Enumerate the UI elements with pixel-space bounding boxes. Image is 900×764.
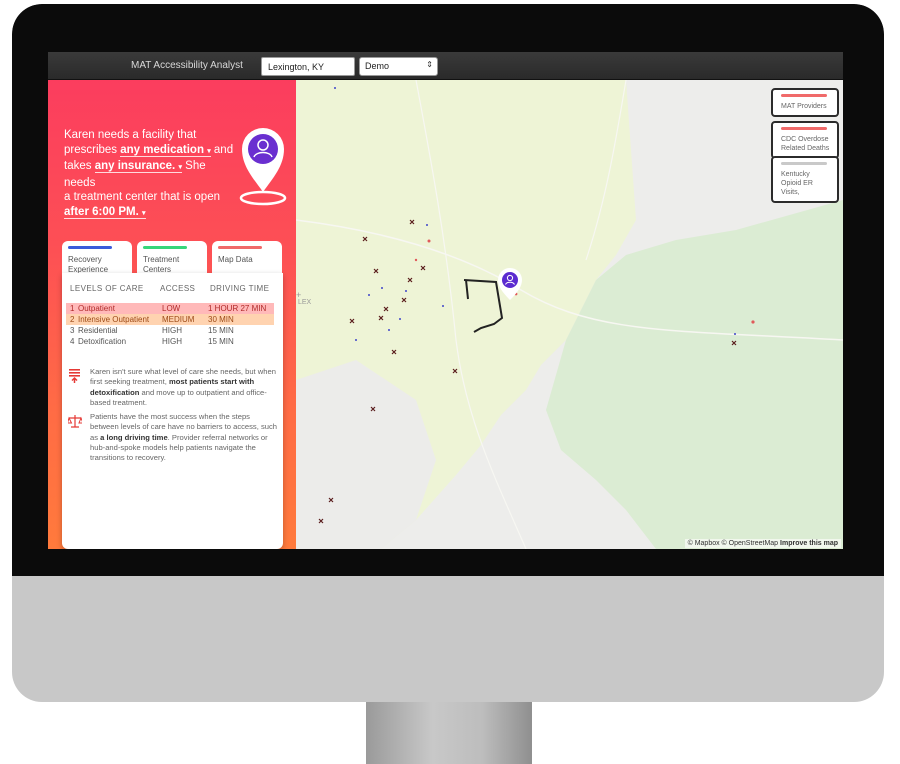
legend-color-bar [781, 162, 827, 165]
table-row[interactable]: 3 Residential HIGH 15 MIN [66, 325, 274, 336]
app-title: MAT Accessibility Analyst [131, 60, 243, 71]
legend-color-bar [781, 127, 827, 130]
attribution-text: © Mapbox © OpenStreetMap [687, 540, 779, 547]
legend-label: Kentucky Opioid ER Visits, [781, 171, 813, 196]
city-input[interactable] [261, 57, 355, 76]
map-view[interactable]: + LEX MAT Providers CDC Overdose Related… [296, 80, 843, 549]
tab-label: Map Data [218, 255, 253, 264]
row-level: Intensive Outpatient [78, 315, 150, 324]
row-number: 2 [70, 315, 75, 324]
table-row[interactable]: 1 Outpatient LOW 1 HOUR 27 MIN [66, 303, 274, 314]
story-line1: Karen needs a facility that [64, 129, 197, 141]
balance-scale-icon [68, 415, 82, 428]
row-time: 1 HOUR 27 MIN [208, 304, 267, 313]
legend-mat-providers[interactable]: MAT Providers [771, 88, 839, 117]
story-takes: takes [64, 160, 92, 172]
time-value: after 6:00 PM. [64, 205, 139, 218]
legend-color-bar [781, 94, 827, 97]
left-panel: Karen needs a facility that prescribes a… [48, 80, 296, 549]
chevron-down-icon: ▾ [141, 209, 146, 217]
row-level: Detoxification [78, 337, 127, 346]
row-access: HIGH [162, 337, 182, 346]
table-row[interactable]: 2 Intensive Outpatient MEDIUM 30 MIN [66, 314, 274, 325]
tab-color-bar [68, 246, 112, 249]
story-line4: a treatment center that is open [64, 191, 220, 203]
insurance-dropdown[interactable]: any insurance. ▾ [94, 160, 182, 173]
story-and: and [213, 143, 234, 156]
legend-cdc-overdose[interactable]: CDC Overdose Related Deaths [771, 121, 839, 159]
persona-location-pin-icon [239, 128, 287, 206]
tab-recovery-experience[interactable]: Recovery Experience [62, 241, 132, 275]
select-arrows-icon: ⇕ [426, 60, 433, 69]
time-dropdown[interactable]: after 6:00 PM. ▾ [64, 205, 146, 219]
city-map-label: LEX [298, 299, 312, 306]
column-header: LEVELS OF CARE [70, 284, 144, 293]
detox-note: Karen isn't sure what level of care she … [90, 367, 278, 408]
row-level: Outpatient [78, 304, 115, 313]
barriers-note: Patients have the most success when the … [90, 412, 278, 463]
row-level: Residential [78, 326, 118, 335]
tab-label: Treatment Centers [143, 255, 180, 274]
row-time: 15 MIN [208, 337, 234, 346]
improve-map-link[interactable]: Improve this map [780, 540, 838, 547]
app-screen: MAT Accessibility Analyst Demo ⇕ Karen n… [48, 52, 843, 549]
row-time: 30 MIN [208, 315, 234, 324]
column-header: DRIVING TIME [210, 284, 270, 293]
chevron-down-icon: ▾ [207, 147, 211, 155]
row-access: MEDIUM [162, 315, 195, 324]
tab-treatment-centers[interactable]: Treatment Centers [137, 241, 207, 275]
monitor-bezel: MAT Accessibility Analyst Demo ⇕ Karen n… [12, 4, 884, 576]
table-row[interactable]: 4 Detoxification HIGH 15 MIN [66, 336, 274, 347]
legend-label: CDC Overdose Related Deaths [781, 136, 830, 152]
persona-story: Karen needs a facility that prescribes a… [64, 128, 234, 221]
medication-value: any medication [120, 143, 204, 156]
info-tabs: Recovery Experience Treatment Centers Ma… [62, 241, 283, 277]
column-header: ACCESS [160, 284, 196, 293]
row-number: 3 [70, 326, 75, 335]
story-prescribes: prescribes [64, 143, 118, 156]
note-emphasis: a long driving time [100, 432, 168, 442]
mode-select-value: Demo [365, 61, 390, 71]
medication-dropdown[interactable]: any medication ▾ [120, 143, 211, 157]
tab-map-data[interactable]: Map Data [212, 241, 282, 275]
row-number: 4 [70, 337, 75, 346]
tab-color-bar [218, 246, 262, 249]
monitor-frame: MAT Accessibility Analyst Demo ⇕ Karen n… [12, 4, 884, 702]
chevron-down-icon: ▾ [178, 164, 182, 171]
recovery-card: LEVELS OF CARE ACCESS DRIVING TIME 1 Out… [62, 273, 283, 549]
legend-label: MAT Providers [781, 103, 827, 110]
tab-label: Recovery Experience [68, 255, 109, 274]
row-access: LOW [162, 304, 181, 313]
map-attribution[interactable]: © Mapbox © OpenStreetMap Improve this ma… [684, 539, 841, 548]
levels-up-icon [69, 369, 80, 383]
row-time: 15 MIN [208, 326, 234, 335]
insurance-value: any insurance. [94, 160, 176, 172]
row-number: 1 [70, 304, 75, 313]
row-access: HIGH [162, 326, 182, 335]
monitor-stand [366, 700, 532, 764]
top-bar: MAT Accessibility Analyst Demo ⇕ [48, 52, 843, 80]
mode-select[interactable]: Demo ⇕ [359, 57, 438, 76]
map-canvas: + [296, 80, 843, 549]
legend-kentucky-er-visits[interactable]: Kentucky Opioid ER Visits, [771, 156, 839, 203]
tab-color-bar [143, 246, 187, 249]
